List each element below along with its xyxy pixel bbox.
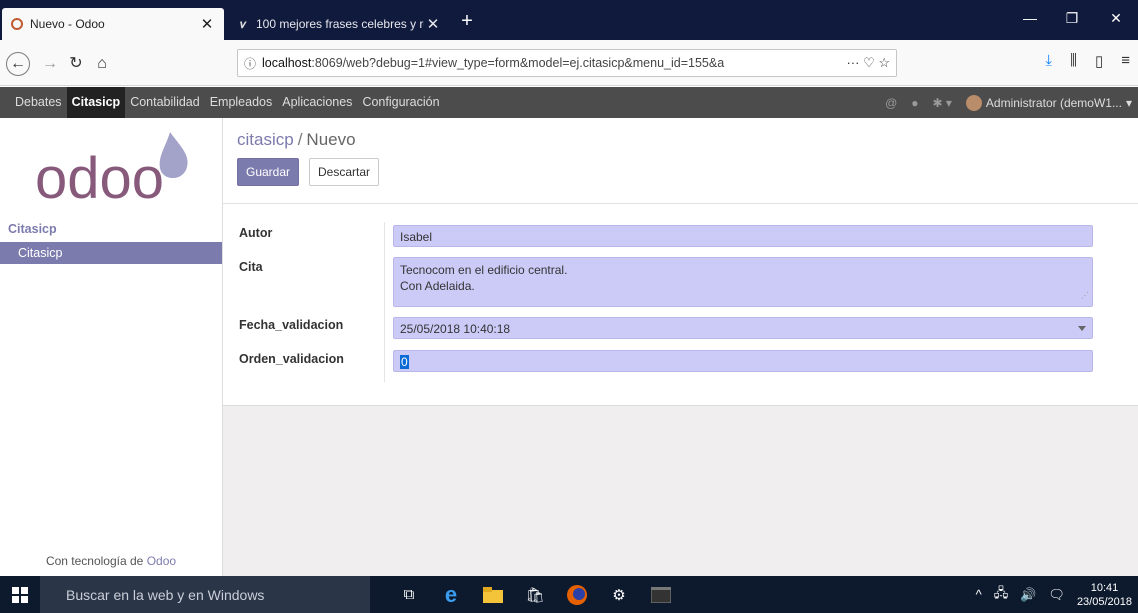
browser-navbar: ← → ↻ ⌂ ⓘ localhost:8069/web?debug=1#vie…: [0, 40, 1138, 86]
odoo-favicon-icon: [10, 17, 24, 31]
user-name: Administrator (demoW1...: [985, 95, 1122, 110]
library-icon[interactable]: ⫼: [1070, 52, 1077, 70]
taskbar-search[interactable]: Buscar en la web y en Windows: [40, 576, 370, 613]
systray: @ ● ✱ ▾ Administrator (demoW1... ▾: [885, 87, 1138, 118]
chevron-down-icon: ▾: [1125, 95, 1132, 110]
odoo-main-menu: Debates Citasicp Contabilidad Empleados …: [0, 87, 1138, 118]
close-icon[interactable]: ✕: [424, 15, 442, 33]
form-sheet: Autor Isabel Cita Tecnocom en el edifici…: [223, 204, 1138, 406]
window-close-icon[interactable]: ✕: [1096, 10, 1136, 27]
volume-icon[interactable]: 🔊: [1020, 587, 1036, 603]
sidebar-item-citasicp[interactable]: Citasicp: [0, 242, 222, 264]
discard-button[interactable]: Descartar: [309, 158, 380, 186]
tab-odoo[interactable]: Nuevo - Odoo ✕: [2, 8, 224, 40]
windows-taskbar: Buscar en la web y en Windows ⧉ e 🛍 ⚙ ^ …: [0, 576, 1138, 613]
powered-by: Con tecnología de Odoo: [45, 554, 177, 568]
autor-field[interactable]: Isabel: [393, 225, 1093, 247]
menu-aplicaciones[interactable]: Aplicaciones: [277, 87, 357, 118]
download-icon[interactable]: ⤓: [1045, 52, 1052, 70]
svg-text:odoo: odoo: [35, 146, 164, 206]
store-icon[interactable]: 🛍: [522, 582, 548, 608]
terminal-icon[interactable]: [648, 582, 674, 608]
menu-contabilidad[interactable]: Contabilidad: [125, 87, 205, 118]
breadcrumb: citasicp / Nuevo: [237, 130, 356, 149]
cita-textarea[interactable]: Tecnocom en el edificio central. Con Ade…: [393, 257, 1093, 307]
cita-label: Cita: [239, 260, 263, 274]
control-panel: citasicp / Nuevo Guardar Descartar: [223, 118, 1138, 204]
breadcrumb-parent[interactable]: citasicp: [237, 130, 294, 149]
user-menu[interactable]: Administrator (demoW1... ▾: [965, 94, 1132, 111]
chevron-down-icon[interactable]: [1078, 326, 1086, 331]
url-text[interactable]: localhost:8069/web?debug=1#view_type=for…: [262, 56, 846, 70]
taskbar-apps: ⧉ e 🛍 ⚙: [396, 582, 674, 608]
menu-citasicp[interactable]: Citasicp: [66, 87, 126, 118]
settings-gear-icon[interactable]: ⚙: [606, 582, 632, 608]
close-icon[interactable]: ✕: [198, 15, 216, 33]
odoo-logo[interactable]: odoo: [30, 126, 210, 211]
glass-favicon-icon: 𝝂: [239, 16, 247, 31]
orden-field[interactable]: 0: [393, 350, 1093, 372]
toolbar-buttons: ⤓ ⫼ ▯ ≡: [1045, 52, 1130, 70]
site-info-icon[interactable]: ⓘ: [244, 55, 256, 72]
resize-grip-icon[interactable]: ⋰: [1081, 288, 1089, 304]
notification-icon[interactable]: 🗨: [1048, 587, 1065, 603]
at-icon[interactable]: @: [885, 96, 897, 110]
restore-icon[interactable]: ❐: [1052, 10, 1092, 27]
tab-title: 100 mejores frases celebres y re: [256, 17, 424, 31]
save-button[interactable]: Guardar: [237, 158, 300, 186]
minimize-icon[interactable]: —: [1010, 10, 1050, 26]
hamburger-menu-icon[interactable]: ≡: [1121, 52, 1130, 70]
task-view-icon[interactable]: ⧉: [396, 582, 422, 608]
odoo-link[interactable]: Odoo: [147, 554, 176, 568]
sidebar: odoo Citasicp Citasicp Con tecnología de…: [0, 118, 223, 576]
autor-label: Autor: [239, 226, 273, 240]
debug-bug-icon[interactable]: ✱ ▾: [933, 96, 952, 110]
windows-start-icon[interactable]: [0, 576, 40, 613]
tab-title: Nuevo - Odoo: [30, 17, 105, 31]
network-icon[interactable]: 🖧: [994, 584, 1009, 606]
orden-label: Orden_validacion: [239, 352, 344, 366]
breadcrumb-current: Nuevo: [306, 130, 356, 149]
forward-icon[interactable]: →: [38, 52, 62, 76]
sidebar-toggle-icon[interactable]: ▯: [1095, 52, 1103, 70]
page-actions[interactable]: ··· ♡ ☆: [846, 55, 890, 71]
edge-icon[interactable]: e: [438, 582, 464, 608]
file-explorer-icon[interactable]: [480, 582, 506, 608]
back-icon[interactable]: ←: [6, 52, 30, 76]
fecha-datetime-field[interactable]: 25/05/2018 10:40:18: [393, 317, 1093, 339]
sidebar-category: Citasicp: [8, 222, 57, 236]
clock[interactable]: 10:41 23/05/2018: [1077, 581, 1132, 609]
chat-icon[interactable]: ●: [911, 96, 918, 110]
menu-debates[interactable]: Debates: [10, 87, 67, 118]
browser-tabstrip: Nuevo - Odoo ✕ 𝝂 100 mejores frases cele…: [0, 0, 1138, 40]
reload-icon[interactable]: ↻: [64, 52, 88, 76]
screen: Nuevo - Odoo ✕ 𝝂 100 mejores frases cele…: [0, 0, 1138, 613]
menu-configuracion[interactable]: Configuración: [357, 87, 444, 118]
url-bar[interactable]: ⓘ localhost:8069/web?debug=1#view_type=f…: [237, 49, 897, 77]
chevron-up-icon[interactable]: ^: [976, 587, 982, 602]
menu-empleados[interactable]: Empleados: [205, 87, 278, 118]
avatar: [965, 94, 982, 111]
system-tray: ^ 🖧 🔊 🗨 10:41 23/05/2018: [976, 576, 1132, 613]
tab-frases[interactable]: 𝝂 100 mejores frases celebres y re ✕: [228, 8, 450, 40]
home-icon[interactable]: ⌂: [90, 52, 114, 76]
new-tab-button[interactable]: +: [455, 10, 479, 33]
firefox-icon[interactable]: [564, 582, 590, 608]
fecha-label: Fecha_validacion: [239, 318, 344, 332]
